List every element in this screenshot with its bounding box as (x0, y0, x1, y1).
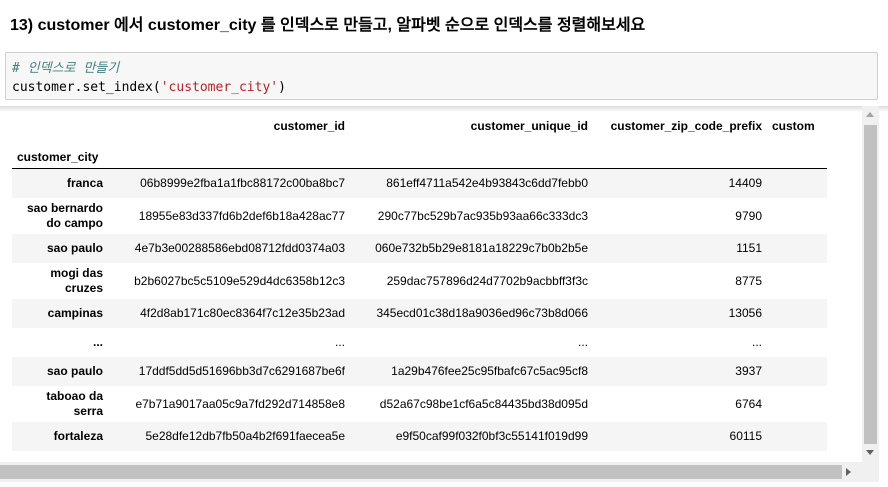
code-cell[interactable]: # 인덱스로 만들기 customer.set_index('customer_… (5, 52, 878, 100)
table-row: sao paulo 4e7b3e00288586ebd08712fdd0374a… (12, 233, 827, 263)
table-row: sao paulo 17ddf5dd5d51696bb3d7c6291687be… (12, 356, 827, 386)
horizontal-scrollbar[interactable] (0, 462, 862, 482)
cell-zip-code-prefix: 6764 (735, 396, 762, 411)
scrollbar-corner (862, 462, 879, 482)
cell-customer-unique-id: 345ecd01c38d18a9036ed96c73b8d066 (376, 306, 588, 320)
cell-truncated (767, 263, 827, 299)
cell-customer-id: 18955e83d337fd6b2def6b18a428ac77 (138, 208, 345, 223)
cell-customer-id: 17ddf5dd5d51696bb3d7c6291687be6f (138, 364, 345, 378)
cell-customer-unique-id: 060e732b5b29e8181a18229c7b0b2b5e (375, 241, 588, 255)
vertical-scrollbar[interactable] (862, 106, 879, 462)
index-name-row: customer_city (12, 146, 827, 169)
row-index: taboao da serra (46, 388, 103, 418)
cell-ellipsis: ... (751, 335, 762, 349)
code-call: customer.set_index( (12, 80, 161, 95)
cell-zip-code-prefix: 14409 (728, 176, 762, 191)
scroll-right-arrow-icon[interactable] (846, 468, 851, 476)
blank-header-cell (12, 106, 108, 146)
table-row: fortaleza 5e28dfe12db7fb50a4b2f691faecea… (12, 421, 827, 451)
vertical-scroll-thumb[interactable] (864, 125, 877, 444)
row-index: sao paulo (46, 240, 103, 255)
table-row: franca 06b8999e2fba1a1fbc88172c00ba8bc7 … (12, 168, 827, 198)
table-row: campinas 4f2d8ab171c80ec8364f7c12e35b23a… (12, 298, 827, 328)
cell-customer-id: 4f2d8ab171c80ec8364f7c12e35b23ad (140, 306, 345, 320)
cell-ellipsis: ... (577, 335, 588, 349)
empty-header-cell (767, 146, 827, 169)
empty-header-cell (108, 146, 350, 169)
cell-truncated (767, 328, 827, 357)
cell-customer-id: b2b6027bc5c5109e529d4dc6358b12c3 (134, 273, 345, 288)
code-string-argument: 'customer_city' (160, 80, 279, 95)
row-index: sao paulo (46, 363, 103, 378)
index-name: customer_city (12, 146, 108, 169)
column-header: customer_unique_id (470, 119, 588, 133)
cell-truncated (767, 169, 827, 198)
horizontal-scroll-thumb[interactable] (0, 465, 842, 479)
table-row: mogi das cruzes b2b6027bc5c5109e529d4dc6… (12, 263, 827, 299)
cell-customer-id: e7b71a9017aa05c9a7fd292d714858e8 (135, 396, 345, 411)
dataframe-table: customer_id customer_unique_id customer_… (12, 106, 827, 451)
cell-customer-id: 4e7b3e00288586ebd08712fdd0374a03 (134, 241, 345, 255)
column-header: customer_zip_code_prefix (610, 119, 762, 133)
row-index: franca (66, 175, 103, 190)
cell-truncated (767, 198, 827, 234)
row-index: mogi das cruzes (50, 265, 103, 295)
cell-ellipsis: ... (334, 335, 345, 349)
empty-header-cell (593, 146, 767, 169)
cell-customer-unique-id: 861eff4711a542e4b93843c6dd7febb0 (386, 176, 588, 191)
cell-zip-code-prefix: 3937 (735, 364, 762, 378)
row-index: sao bernardo do campo (26, 200, 103, 230)
cell-customer-id: 06b8999e2fba1a1fbc88172c00ba8bc7 (140, 176, 345, 191)
row-index: campinas (47, 305, 103, 320)
scroll-up-arrow-icon[interactable] (866, 112, 874, 117)
cell-customer-unique-id: e9f50caf99f032f0bf3c55141f019d99 (395, 429, 588, 443)
empty-header-cell (350, 146, 593, 169)
code-comment: # 인덱스로 만들기 (12, 61, 120, 76)
cell-customer-unique-id: d52a67c98be1cf6a5c84435bd38d095d (379, 396, 588, 411)
cell-zip-code-prefix: 1151 (736, 241, 762, 255)
column-header-row: customer_id customer_unique_id customer_… (12, 106, 827, 146)
column-header-truncated: custom (772, 119, 815, 133)
cell-customer-id: 5e28dfe12db7fb50a4b2f691faecea5e (145, 429, 345, 443)
table-row: taboao da serra e7b71a9017aa05c9a7fd292d… (12, 386, 827, 422)
code-call-close: ) (278, 80, 286, 95)
scroll-down-arrow-icon[interactable] (866, 450, 874, 455)
cell-truncated (767, 234, 827, 263)
cell-truncated (767, 386, 827, 422)
row-index: fortaleza (53, 428, 103, 443)
cell-truncated (767, 357, 827, 386)
cell-customer-unique-id: 1a29b476fee25c95fbafc67c5ac95cf8 (391, 364, 588, 378)
cell-zip-code-prefix: 60115 (729, 429, 762, 443)
cell-customer-unique-id: 259dac757896d24d7702b9acbbff3f3c (386, 273, 588, 288)
cell-zip-code-prefix: 8775 (735, 273, 762, 288)
cell-truncated (767, 299, 827, 328)
cell-truncated (767, 422, 827, 451)
exercise-heading: 13) customer 에서 customer_city 를 인덱스로 만들고… (10, 17, 646, 34)
column-header: customer_id (273, 119, 345, 133)
code-line: customer.set_index('customer_city') (12, 78, 877, 97)
output-top-shadow (0, 106, 888, 112)
cell-zip-code-prefix: 9790 (735, 208, 762, 223)
row-index: ... (92, 334, 103, 349)
table-row-ellipsis: ... ... ... ... (12, 328, 827, 357)
cell-zip-code-prefix: 13056 (728, 306, 762, 320)
cell-customer-unique-id: 290c77bc529b7ac935b93aa66c333dc3 (377, 208, 588, 223)
table-row: sao bernardo do campo 18955e83d337fd6b2d… (12, 198, 827, 234)
output-area[interactable]: customer_id customer_unique_id customer_… (0, 106, 888, 487)
